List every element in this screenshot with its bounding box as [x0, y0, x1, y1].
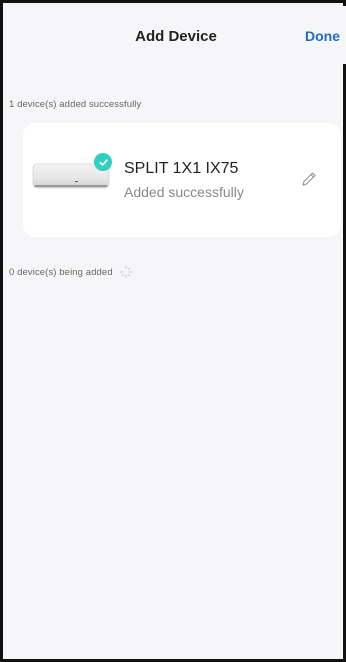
- done-button[interactable]: Done: [305, 28, 340, 44]
- success-count-label: 1 device(s) added successfully: [9, 99, 142, 110]
- device-card[interactable]: SPLIT 1X1 IX75 Added successfully: [23, 123, 341, 237]
- success-check-icon: [94, 153, 112, 171]
- header: Add Device Done: [6, 6, 346, 64]
- adding-count-row: 0 device(s) being added: [9, 265, 133, 279]
- app-screen: Add Device Done 1 device(s) added succes…: [0, 0, 346, 662]
- device-name: SPLIT 1X1 IX75: [124, 160, 239, 177]
- device-status: Added successfully: [124, 184, 244, 200]
- adding-count-label: 0 device(s) being added: [9, 266, 113, 278]
- page-title: Add Device: [135, 28, 217, 45]
- loading-spinner-icon: [119, 265, 132, 279]
- edit-pencil-icon[interactable]: [299, 169, 319, 189]
